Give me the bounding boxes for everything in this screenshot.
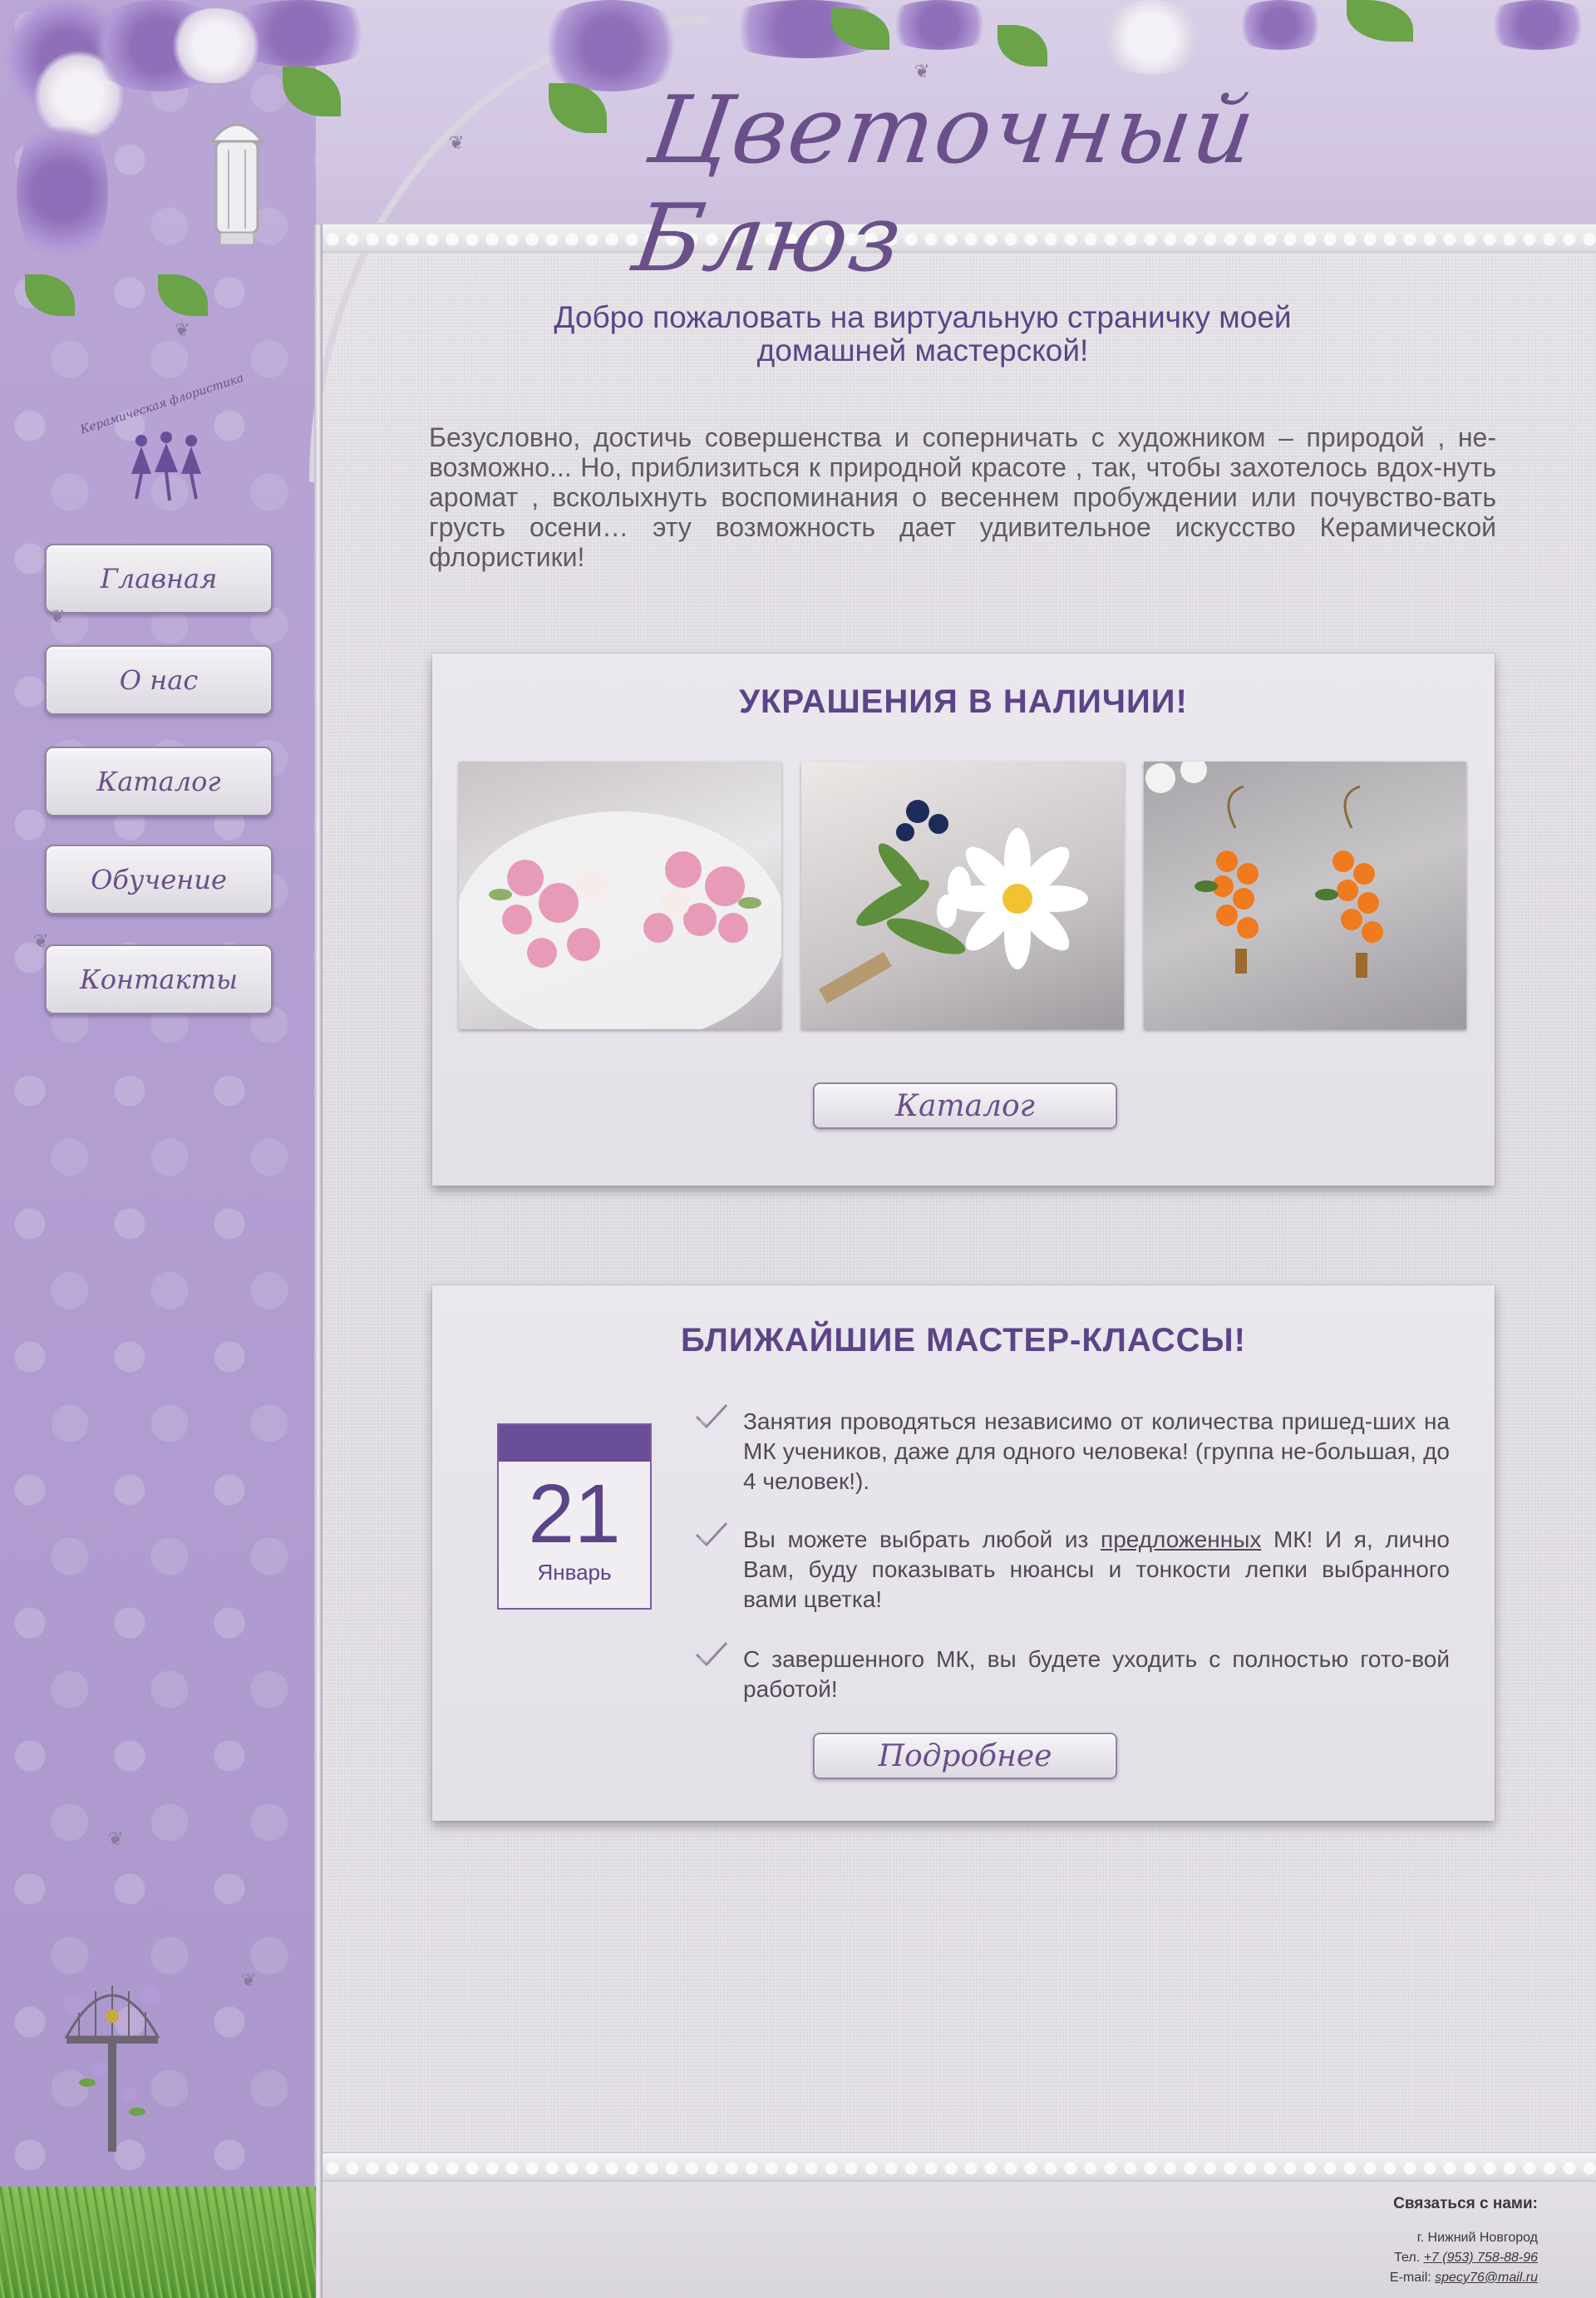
footer-heading: Связаться с нами: [1393,2195,1538,2212]
grass-decoration [0,2187,316,2298]
calendar-month: Январь [537,1560,612,1585]
chamomile-brooch-photo[interactable] [801,762,1124,1029]
butterfly-icon: ❦ [50,607,66,628]
list-item: Занятия проводяться независимо от количе… [693,1403,1450,1497]
point-text-2-start: Вы можете выбрать любой из [743,1526,1101,1552]
rowan-earrings-photo[interactable] [1144,762,1466,1029]
point-text-2: Вы можете выбрать любой из предложенных … [743,1525,1450,1615]
lantern-icon [209,123,265,245]
welcome-heading: Добро пожаловать на виртуальную страничк… [466,301,1380,367]
rope-divider [314,224,323,2298]
jewelry-panel: УКРАШЕНИЯ В НАЛИЧИИ! Каталог [432,653,1495,1186]
footer-email-label: E-mail: [1389,2271,1436,2285]
more-details-button[interactable]: Подробнее [813,1733,1117,1779]
roses-rings-image [459,811,781,1029]
footer-phone-link[interactable]: +7 (953) 758-88-96 [1424,2251,1538,2265]
jewelry-heading: УКРАШЕНИЯ В НАЛИЧИИ! [739,683,1188,720]
nav-contacts-button[interactable]: Контакты [45,944,273,1014]
dancers-logo-icon [131,431,201,501]
master-classes-points: Занятия проводяться независимо от количе… [693,1403,1450,1733]
footer-email-link[interactable]: specy76@mail.ru [1435,2271,1538,2285]
point-text-3: С завершенного МК, вы будете уходить с п… [743,1646,1450,1702]
roses-rings-photo[interactable] [459,762,781,1029]
footer-phone-line: Тел. +7 (953) 758-88-96 [1205,2248,1538,2268]
point-text-1: Занятия проводяться независимо от количе… [743,1408,1450,1494]
offered-classes-link[interactable]: предложенных [1101,1526,1261,1552]
chamomile-brooch-image [819,800,1088,1004]
nav-catalog-button[interactable]: Каталог [45,747,273,816]
lace-border-top [323,223,1596,253]
site-title: Цветочный Блюз [627,76,1263,293]
master-classes-heading: БЛИЖАЙШИЕ МАСТЕР-КЛАССЫ! [681,1322,1246,1359]
calendar-date: 21 Январь [497,1423,652,1610]
rowan-earrings-image [1145,762,1383,978]
footer-phone-label: Тел. [1394,2251,1424,2265]
nav-home-button[interactable]: Главная [45,544,273,614]
birdcage-icon [64,1985,160,2152]
intro-text: Безусловно, достичь совершенства и сопер… [429,422,1496,572]
welcome-line-2: домашней мастерской! [756,333,1089,367]
welcome-line-1: Добро пожаловать на виртуальную страничк… [554,300,1292,334]
butterfly-icon: ❦ [241,1970,257,1991]
checkmark-icon [695,1641,728,1667]
lace-border-bottom [323,2152,1596,2182]
list-item: С завершенного МК, вы будете уходить с п… [693,1641,1450,1704]
calendar-header [499,1425,650,1462]
checkmark-icon [695,1521,728,1547]
footer-email-line: E-mail: specy76@mail.ru [1205,2268,1538,2288]
calendar-day: 21 [528,1467,621,1561]
nav-about-button[interactable]: О нас [45,645,273,715]
nav-training-button[interactable]: Обучение [45,845,273,915]
checkmark-icon [695,1403,728,1429]
butterfly-icon: ❦ [914,62,930,82]
butterfly-icon: ❦ [108,1829,124,1850]
butterfly-icon: ❦ [175,320,190,341]
master-classes-panel: БЛИЖАЙШИЕ МАСТЕР-КЛАССЫ! 21 Январь Занят… [432,1285,1495,1821]
list-item: Вы можете выбрать любой из предложенных … [693,1521,1450,1615]
main-nav: Главная О нас Каталог Обучение Контакты [45,544,274,1046]
logo[interactable]: Керамическая флористика [75,372,249,507]
butterfly-icon: ❦ [33,931,49,952]
butterfly-icon: ❦ [449,133,465,154]
footer-city: г. Нижний Новгород [1416,2231,1538,2245]
footer-contacts: Связаться с нами: г. Нижний Новгород Тел… [1205,2195,1538,2288]
catalog-button[interactable]: Каталог [813,1082,1117,1129]
